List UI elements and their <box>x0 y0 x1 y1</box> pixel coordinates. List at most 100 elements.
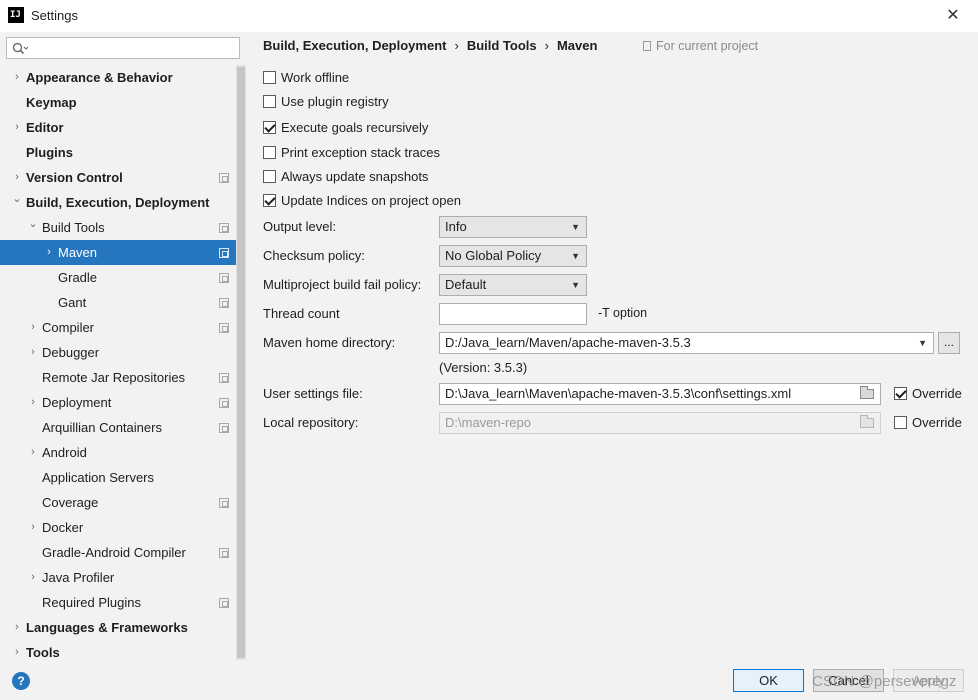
sidebar-item-editor[interactable]: › Editor <box>0 115 236 140</box>
chevron-right-icon[interactable]: › <box>12 640 22 665</box>
sidebar-item-label: Maven <box>58 245 98 260</box>
search-input[interactable] <box>33 40 233 56</box>
execute-goals-recursively-checkbox[interactable]: Execute goals recursively <box>263 119 428 137</box>
print-exception-stack-traces-checkbox[interactable]: Print exception stack traces <box>263 144 440 162</box>
checkbox-box[interactable] <box>894 416 907 429</box>
chevron-right-icon[interactable]: › <box>28 340 38 365</box>
chevron-down-icon: ▼ <box>571 222 580 232</box>
use-plugin-registry-checkbox[interactable]: Use plugin registry <box>263 93 389 111</box>
search-field[interactable] <box>6 37 240 59</box>
output-level-select[interactable]: Info ▼ <box>439 216 587 238</box>
checkbox-box[interactable] <box>263 121 276 134</box>
checkbox-box[interactable] <box>263 95 276 108</box>
checkbox-label: Override <box>912 386 962 401</box>
sidebar-scrollbar-thumb[interactable] <box>237 67 245 658</box>
sidebar-item-deployment[interactable]: › Deployment <box>0 390 236 415</box>
sidebar-item-maven[interactable]: › Maven <box>0 240 236 265</box>
sidebar-item-docker[interactable]: › Docker <box>0 515 236 540</box>
chevron-right-icon[interactable]: › <box>28 440 38 465</box>
sidebar-item-build-tools[interactable]: ⌄ Build Tools <box>0 215 236 240</box>
user-settings-value: D:\Java_learn\Maven\apache-maven-3.5.3\c… <box>445 386 792 401</box>
sidebar-item-languages-frameworks[interactable]: › Languages & Frameworks <box>0 615 236 640</box>
chevron-right-icon[interactable]: › <box>28 515 38 540</box>
chevron-right-icon[interactable]: › <box>28 315 38 340</box>
browse-maven-home-button[interactable]: ... <box>938 332 960 354</box>
local-repository-value: D:\maven-repo <box>445 415 531 430</box>
chevron-right-icon[interactable]: › <box>28 390 38 415</box>
checkbox-label: Use plugin registry <box>281 94 389 109</box>
user-settings-override-checkbox[interactable]: Override <box>894 385 962 403</box>
chevron-right-icon[interactable]: › <box>12 615 22 640</box>
sidebar-item-tools[interactable]: › Tools <box>0 640 236 665</box>
chevron-right-icon[interactable]: › <box>12 115 22 140</box>
settings-sidebar: › Appearance & Behavior Keymap › Editor Plugi… <box>0 32 246 660</box>
checkbox-box[interactable] <box>263 146 276 159</box>
breadcrumb-item[interactable]: Build Tools <box>467 38 537 53</box>
local-repository-input: D:\maven-repo <box>439 412 881 434</box>
update-indices-checkbox[interactable]: Update Indices on project open <box>263 192 461 210</box>
sidebar-item-appearance-behavior[interactable]: › Appearance & Behavior <box>0 65 236 90</box>
folder-icon <box>860 415 874 428</box>
checkbox-box[interactable] <box>894 387 907 400</box>
chevron-right-icon[interactable]: › <box>12 65 22 90</box>
project-scope-icon <box>219 173 229 183</box>
folder-icon[interactable] <box>860 386 874 399</box>
always-update-snapshots-checkbox[interactable]: Always update snapshots <box>263 168 428 186</box>
sidebar-item-gradle[interactable]: Gradle <box>0 265 236 290</box>
sidebar-item-label: Required Plugins <box>42 595 142 610</box>
user-settings-input[interactable]: D:\Java_learn\Maven\apache-maven-3.5.3\c… <box>439 383 881 405</box>
cancel-button[interactable]: Cancel <box>813 669 884 692</box>
sidebar-item-version-control[interactable]: › Version Control <box>0 165 236 190</box>
checksum-policy-label: Checksum policy: <box>263 248 365 263</box>
maven-version-label: (Version: 3.5.3) <box>439 360 528 375</box>
sidebar-item-coverage[interactable]: Coverage <box>0 490 236 515</box>
checkbox-label: Update Indices on project open <box>281 193 461 208</box>
breadcrumb-item[interactable]: Build, Execution, Deployment <box>263 38 446 53</box>
chevron-down-icon[interactable]: ▼ <box>918 333 927 353</box>
sidebar-item-gant[interactable]: Gant <box>0 290 236 315</box>
sidebar-item-keymap[interactable]: Keymap <box>0 90 236 115</box>
title-bar: IJ Settings ✕ <box>0 0 978 32</box>
sidebar-item-gradle-android-compiler[interactable]: Gradle-Android Compiler <box>0 540 236 565</box>
ok-button[interactable]: OK <box>733 669 804 692</box>
sidebar-item-label: Gradle <box>58 270 98 285</box>
chevron-right-icon[interactable]: › <box>28 565 38 590</box>
sidebar-item-arquillian-containers[interactable]: Arquillian Containers <box>0 415 236 440</box>
sidebar-item-label: Editor <box>26 120 64 135</box>
thread-count-label: Thread count <box>263 306 340 321</box>
breadcrumb-current: Maven <box>556 38 598 53</box>
window-title: Settings <box>31 8 78 23</box>
thread-count-input[interactable] <box>439 303 587 325</box>
sidebar-item-application-servers[interactable]: Application Servers <box>0 465 236 490</box>
sidebar-item-debugger[interactable]: › Debugger <box>0 340 236 365</box>
sidebar-item-compiler[interactable]: › Compiler <box>0 315 236 340</box>
apply-button[interactable]: Apply <box>893 669 964 692</box>
fail-policy-select[interactable]: Default ▼ <box>439 274 587 296</box>
chevron-down-icon[interactable]: ⌄ <box>28 212 38 237</box>
sidebar-item-remote-jar-repositories[interactable]: Remote Jar Repositories <box>0 365 236 390</box>
scope-label: For current project <box>643 39 758 53</box>
checkbox-box[interactable] <box>263 170 276 183</box>
sidebar-item-android[interactable]: › Android <box>0 440 236 465</box>
chevron-right-icon[interactable]: › <box>44 240 54 265</box>
sidebar-item-label: Debugger <box>42 345 100 360</box>
help-icon[interactable]: ? <box>12 672 30 690</box>
maven-home-input[interactable]: D:/Java_learn/Maven/apache-maven-3.5.3 ▼ <box>439 332 934 354</box>
sidebar-item-label: Tools <box>26 645 60 660</box>
checkbox-box[interactable] <box>263 194 276 207</box>
checkbox-box[interactable] <box>263 71 276 84</box>
work-offline-checkbox[interactable]: Work offline <box>263 69 349 87</box>
project-scope-icon <box>219 398 229 408</box>
chevron-down-icon[interactable]: ⌄ <box>12 187 22 212</box>
checkbox-label: Work offline <box>281 70 350 85</box>
sidebar-item-plugins[interactable]: Plugins <box>0 140 236 165</box>
local-repository-override-checkbox[interactable]: Override <box>894 414 962 432</box>
close-icon[interactable]: ✕ <box>942 5 964 27</box>
sidebar-item-label: Plugins <box>26 145 73 160</box>
sidebar-item-label: Java Profiler <box>42 570 115 585</box>
sidebar-item-required-plugins[interactable]: Required Plugins <box>0 590 236 615</box>
intellij-logo-icon: IJ <box>8 7 24 23</box>
checksum-policy-select[interactable]: No Global Policy ▼ <box>439 245 587 267</box>
sidebar-item-java-profiler[interactable]: › Java Profiler <box>0 565 236 590</box>
scope-text: For current project <box>656 39 759 53</box>
